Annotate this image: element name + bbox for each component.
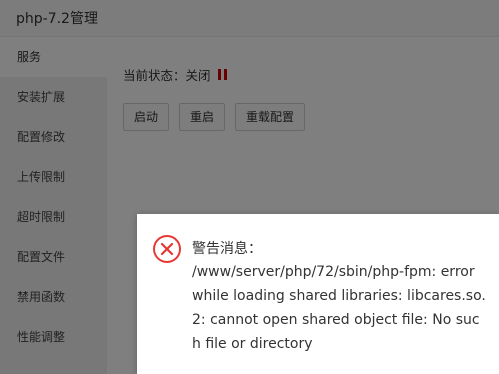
dialog-title: 警告消息：	[192, 241, 262, 257]
dialog-message: /www/server/php/72/sbin/php-fpm: error w…	[192, 264, 486, 352]
error-dialog: 警告消息： /www/server/php/72/sbin/php-fpm: e…	[137, 214, 499, 374]
error-circle-icon	[153, 235, 181, 263]
